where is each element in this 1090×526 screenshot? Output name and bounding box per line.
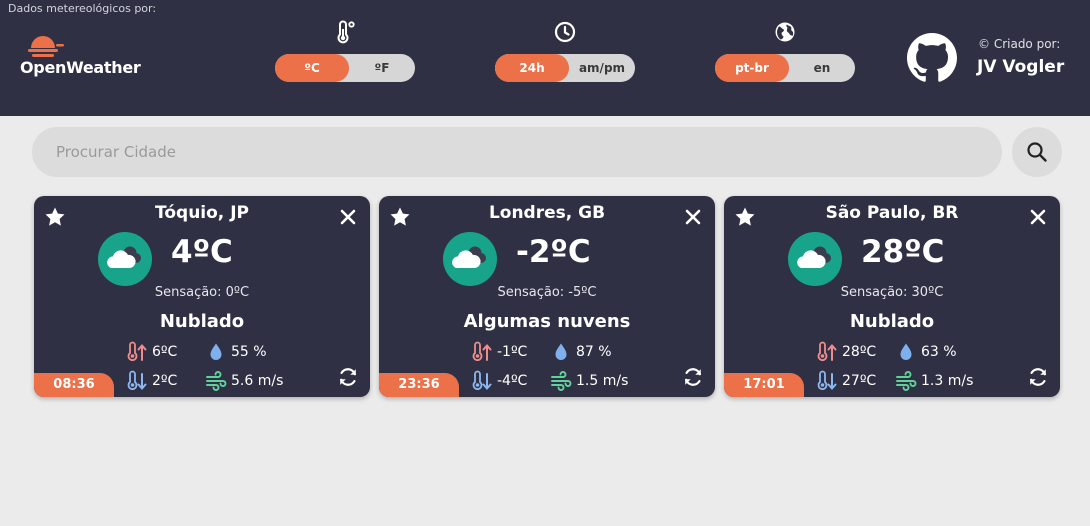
time-format-toggle[interactable]: 24h am/pm — [495, 54, 635, 82]
droplet-icon — [210, 343, 222, 360]
globe-icon — [775, 22, 795, 42]
time-format-toggle-group: 24h am/pm — [495, 20, 635, 84]
cloudy-icon — [797, 246, 831, 268]
feels-like: Sensação: 0ºC — [154, 285, 250, 300]
weather-condition: Nublado — [849, 311, 935, 332]
weather-icon-badge — [98, 232, 152, 286]
city-name: São Paulo, BR — [825, 203, 959, 223]
language-toggle-group: pt-br en — [715, 20, 855, 84]
feels-like: Sensação: 30ºC — [840, 285, 944, 300]
wind-value: 1.3 m/s — [921, 373, 974, 389]
close-icon[interactable] — [683, 207, 703, 227]
min-temp-value: 2ºC — [152, 373, 178, 389]
wind-value: 5.6 m/s — [231, 373, 284, 389]
city-name: Londres, GB — [488, 203, 606, 223]
ptbr-option[interactable]: pt-br — [715, 54, 789, 82]
weather-icon-badge — [443, 232, 497, 286]
city-name: Tóquio, JP — [155, 203, 249, 223]
wind-icon — [896, 371, 917, 391]
temperature: 4ºC — [171, 234, 233, 270]
temp-min-icon — [127, 370, 147, 391]
humidity-value: 55 % — [231, 344, 267, 360]
fahrenheit-option[interactable]: ºF — [349, 54, 415, 82]
city-card: São Paulo, BR 28ºC Sensação: 30ºC Nublad… — [724, 196, 1060, 397]
temperature: -2ºC — [516, 234, 591, 270]
close-icon[interactable] — [1028, 207, 1048, 227]
search-button[interactable] — [1012, 127, 1062, 177]
droplet-icon — [900, 343, 912, 360]
24h-option[interactable]: 24h — [495, 54, 569, 82]
weather-icon-badge — [788, 232, 842, 286]
droplet-icon — [555, 343, 567, 360]
language-toggle[interactable]: pt-br en — [715, 54, 855, 82]
max-temp-value: -1ºC — [497, 344, 528, 360]
temp-max-icon — [127, 341, 147, 362]
cloudy-icon — [452, 246, 486, 268]
close-icon[interactable] — [338, 207, 358, 227]
max-temp-value: 6ºC — [152, 344, 178, 360]
feels-like: Sensação: -5ºC — [497, 285, 597, 300]
github-icon[interactable] — [907, 33, 957, 83]
weather-condition: Nublado — [159, 311, 245, 332]
max-temp-value: 28ºC — [842, 344, 877, 360]
wind-icon — [206, 371, 227, 391]
unit-toggle-group: ºC ºF — [275, 20, 415, 84]
openweather-wordmark: OpenWeather — [20, 58, 141, 77]
en-option[interactable]: en — [789, 54, 855, 82]
search-icon — [1027, 142, 1047, 162]
cloudy-icon — [107, 246, 141, 268]
min-temp-value: -4ºC — [497, 373, 528, 389]
provider-label: Dados metereológicos por: — [8, 2, 157, 15]
openweather-logo[interactable]: OpenWeather — [20, 28, 150, 80]
sunset-icon — [28, 36, 64, 57]
temp-max-icon — [472, 341, 492, 362]
thermometer-icon — [337, 20, 355, 44]
local-time-badge: 08:36 — [34, 373, 114, 397]
city-card: Tóquio, JP 4ºC Sensação: 0ºC Nublado 6ºC… — [34, 196, 370, 397]
temp-max-icon — [817, 341, 837, 362]
refresh-icon[interactable] — [682, 366, 704, 388]
app-header: Dados metereológicos por: OpenWeather ºC… — [0, 0, 1090, 116]
local-time-badge: 23:36 — [379, 373, 459, 397]
created-by-label: © Criado por: — [978, 37, 1061, 51]
wind-icon — [551, 371, 572, 391]
refresh-icon[interactable] — [1027, 366, 1049, 388]
temperature: 28ºC — [861, 234, 945, 270]
temp-min-icon — [472, 370, 492, 391]
weather-condition: Algumas nuvens — [463, 311, 631, 332]
humidity-value: 63 % — [921, 344, 957, 360]
refresh-icon[interactable] — [337, 366, 359, 388]
celsius-option[interactable]: ºC — [275, 54, 349, 82]
city-card: Londres, GB -2ºC Sensação: -5ºC Algumas … — [379, 196, 715, 397]
wind-value: 1.5 m/s — [576, 373, 629, 389]
min-temp-value: 27ºC — [842, 373, 877, 389]
unit-toggle[interactable]: ºC ºF — [275, 54, 415, 82]
author-name[interactable]: JV Vogler — [977, 57, 1064, 77]
humidity-value: 87 % — [576, 344, 612, 360]
temp-min-icon — [817, 370, 837, 391]
city-search-input[interactable] — [32, 127, 1002, 177]
local-time-badge: 17:01 — [724, 373, 804, 397]
clock-icon — [554, 21, 576, 43]
ampm-option[interactable]: am/pm — [569, 54, 635, 82]
